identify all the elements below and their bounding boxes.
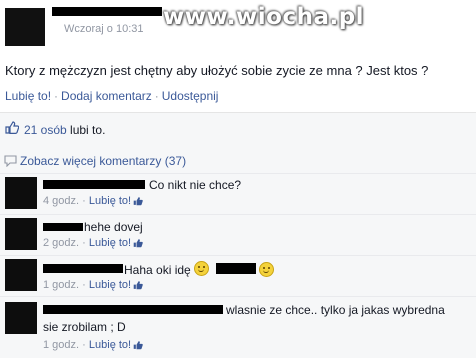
comment-text: Haha oki idę xyxy=(124,263,191,277)
like-thumb-icon xyxy=(133,341,143,350)
likes-suffix: lubi to. xyxy=(70,123,106,137)
watermark-text: www.wiocha.pl xyxy=(163,4,365,30)
comment-like-link[interactable]: Lubię to! xyxy=(89,237,131,249)
commenter-avatar[interactable] xyxy=(5,259,37,291)
comment-like-link[interactable]: Lubię to! xyxy=(89,195,131,207)
redacted-commenter-name xyxy=(43,305,223,314)
redacted-mention xyxy=(216,263,256,274)
separator: · xyxy=(82,237,86,249)
smiley-emoji-icon xyxy=(259,262,274,277)
share-link[interactable]: Udostępnij xyxy=(162,89,219,103)
redacted-commenter-name xyxy=(43,180,145,189)
commenter-avatar[interactable] xyxy=(5,302,37,334)
separator: · xyxy=(82,279,86,291)
comment-like-link[interactable]: Lubię to! xyxy=(89,339,131,351)
comment-meta: 4 godz. · Lubię to! xyxy=(43,195,131,207)
comment-text: hehe dovej xyxy=(84,220,143,234)
comment-bubble-icon xyxy=(4,155,17,167)
separator: · xyxy=(82,339,86,351)
redacted-commenter-name xyxy=(43,223,83,231)
comment-like-link[interactable]: Lubię to! xyxy=(89,279,131,291)
likes-count-link[interactable]: 21 osób xyxy=(24,123,67,137)
comment-meta: 2 godz. · Lubię to! xyxy=(43,237,131,249)
like-thumb-icon xyxy=(133,197,143,206)
comment-text-wrap: Haha oki idę xyxy=(124,261,210,277)
commenter-avatar[interactable] xyxy=(5,177,37,209)
comment-text-continued: sie zrobilam ; D xyxy=(43,320,126,334)
comment-meta: 1 godz. · Lubię to! xyxy=(43,339,131,351)
separator: · xyxy=(54,89,59,103)
post-text: Ktory z mężczyzn jest chętny aby ułożyć … xyxy=(5,63,429,78)
commenter-avatar[interactable] xyxy=(5,218,37,250)
comment-age[interactable]: 2 godz. xyxy=(43,237,79,249)
comment-age[interactable]: 1 godz. xyxy=(43,279,79,291)
comment-text: Co nikt nie chce? xyxy=(149,178,242,192)
thumbs-up-icon xyxy=(5,121,19,134)
redacted-commenter-name xyxy=(43,264,123,273)
redacted-author-name xyxy=(52,7,162,16)
comment-text: wlasnie ze chce.. tylko ja jakas wybredn… xyxy=(226,303,445,317)
like-thumb-icon xyxy=(133,281,143,290)
comment-meta: 1 godz. · Lubię to! xyxy=(43,279,131,291)
comment-age[interactable]: 1 godz. xyxy=(43,339,79,351)
post-timestamp[interactable]: Wczoraj o 10:31 xyxy=(64,23,143,35)
smiley-emoji-icon xyxy=(194,261,210,276)
comment-link[interactable]: Dodaj komentarz xyxy=(61,89,152,103)
separator: · xyxy=(82,195,86,207)
likes-summary: 21 osób lubi to. xyxy=(24,123,105,137)
post-actions: Lubię to! · Dodaj komentarz · Udostępnij xyxy=(5,89,218,103)
like-link[interactable]: Lubię to! xyxy=(5,89,51,103)
view-more-comments-link[interactable]: Zobacz więcej komentarzy (37) xyxy=(20,154,186,168)
separator: · xyxy=(154,89,159,103)
like-thumb-icon xyxy=(133,239,143,248)
author-avatar[interactable] xyxy=(5,8,45,46)
comment-age[interactable]: 4 godz. xyxy=(43,195,79,207)
